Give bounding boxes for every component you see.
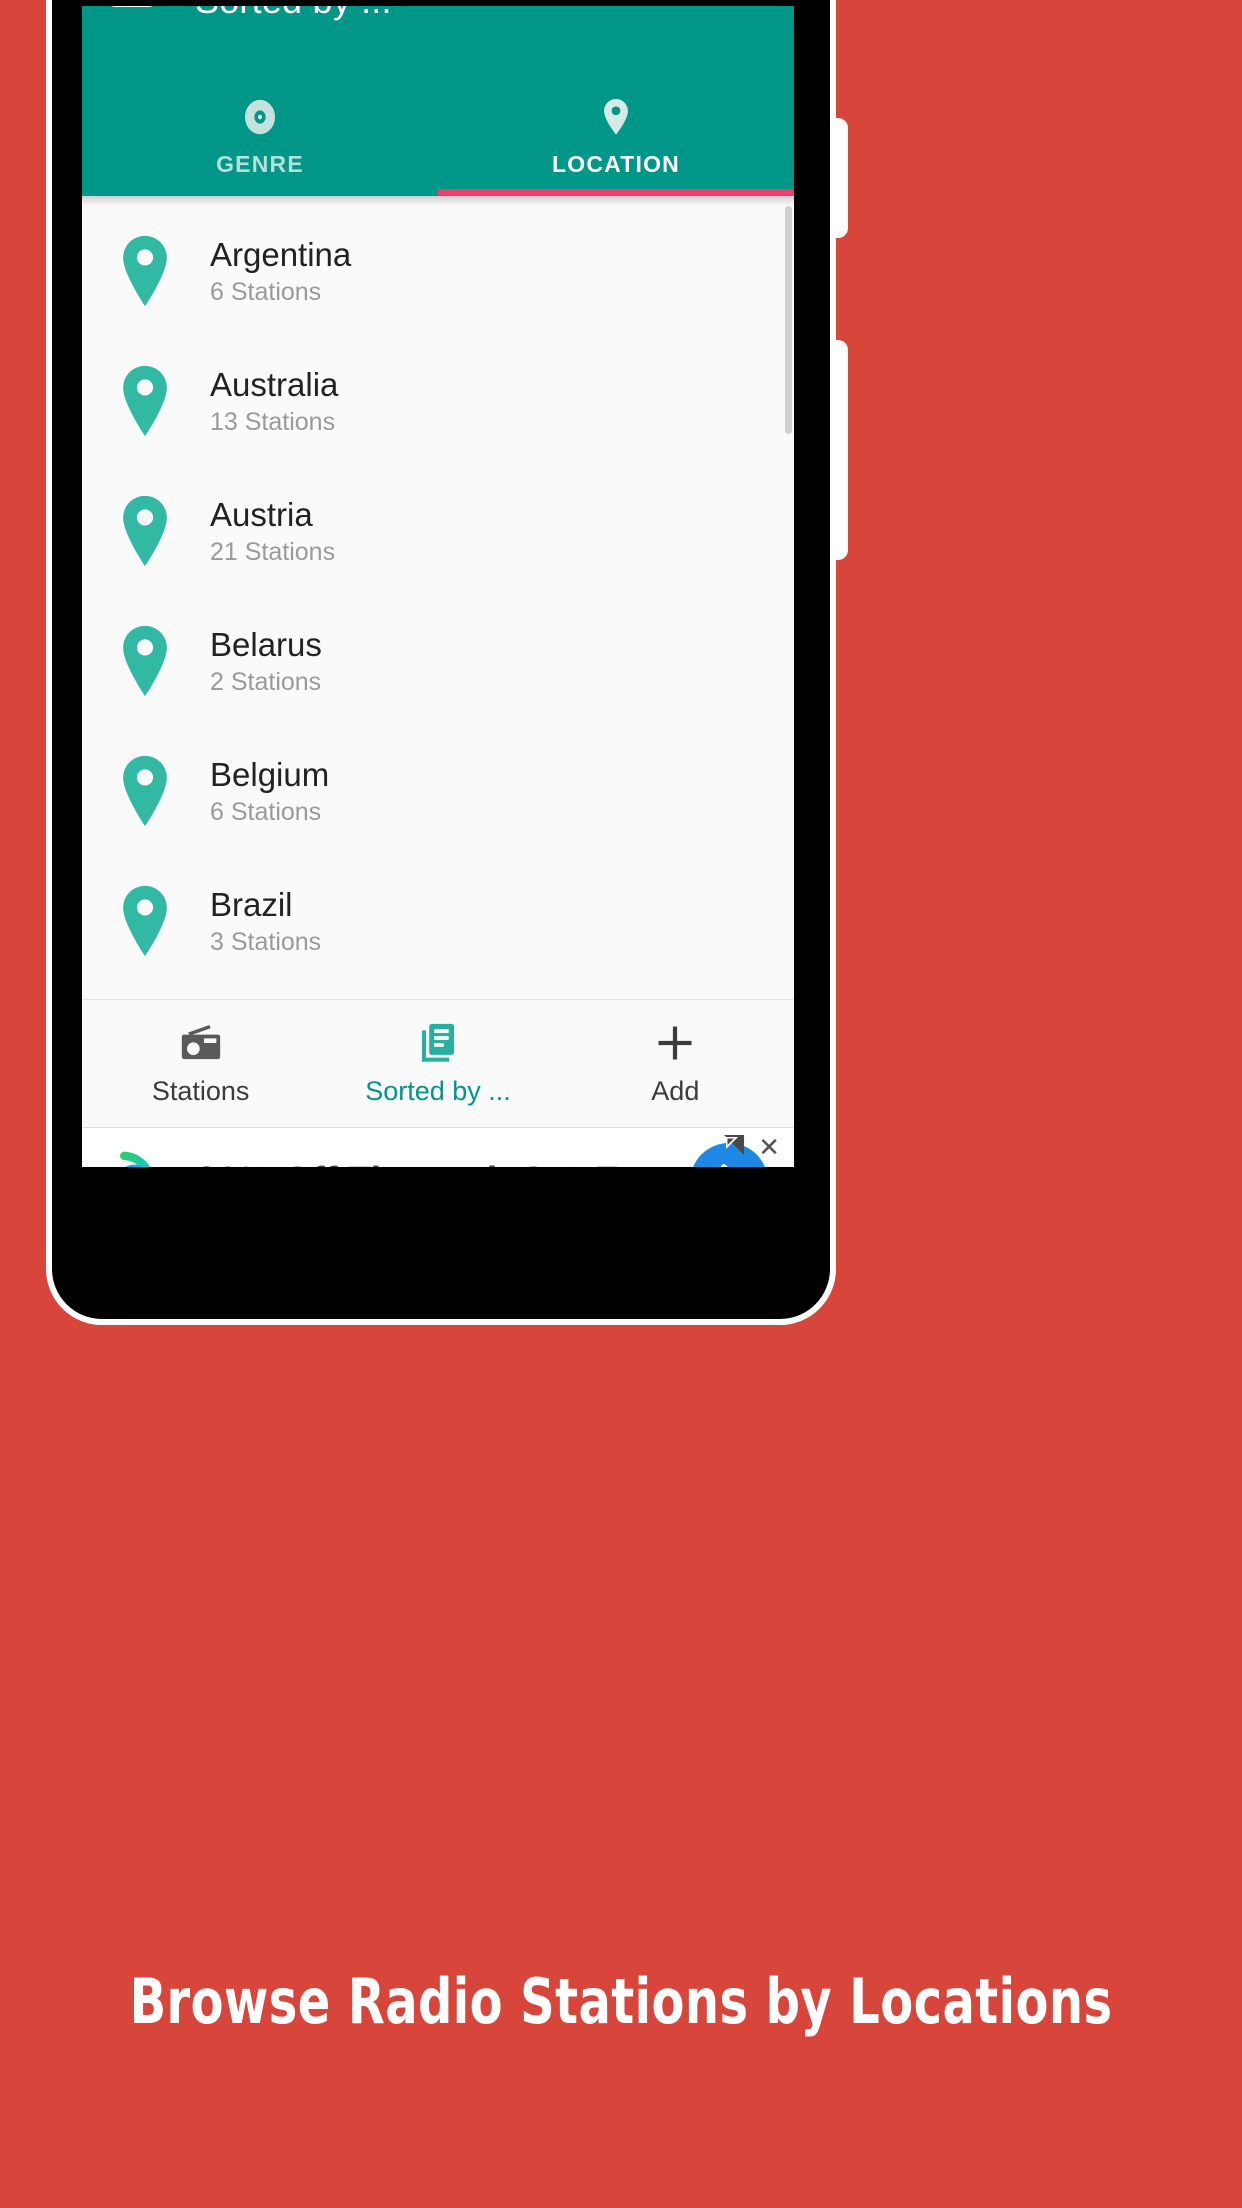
hamburger-icon[interactable]: [112, 6, 152, 7]
list-item-subtitle: 2 Stations: [210, 667, 322, 696]
nav-item-add[interactable]: Add: [557, 1000, 794, 1127]
page-title: Sorted by ...: [195, 6, 392, 22]
plus-icon: [652, 1020, 698, 1066]
list-item[interactable]: Belgium 6 Stations: [82, 726, 794, 856]
list-item[interactable]: Argentina 6 Stations: [82, 206, 794, 336]
tab-bar: GENRE LOCATION: [82, 76, 794, 196]
ad-headline: 20% Off Ticwatch S & E: [196, 1160, 690, 1167]
list-item-subtitle: 3 Stations: [210, 927, 322, 956]
disc-icon: [238, 95, 282, 139]
list-item-subtitle: 21 Stations: [210, 537, 336, 566]
phone-frame: Sorted by ... GENRE: [46, 0, 836, 1325]
list-item[interactable]: Austria 21 Stations: [82, 466, 794, 596]
nav-item-sorted-by-label: Sorted by ...: [365, 1076, 511, 1106]
list-item-title: Australia: [210, 365, 339, 403]
bottom-navigation: Stations Sorted by ... Add: [82, 999, 794, 1127]
adchoices-icon[interactable]: [724, 1134, 750, 1160]
ticwatch-logo-icon: [98, 1145, 182, 1167]
map-pin-icon: [594, 95, 638, 139]
list-item-subtitle: 6 Stations: [210, 797, 322, 826]
nav-item-sorted-by[interactable]: Sorted by ...: [319, 1000, 556, 1127]
map-pin-icon: [116, 883, 188, 959]
list-item[interactable]: Australia 13 Stations: [82, 336, 794, 466]
tab-genre[interactable]: GENRE: [82, 76, 438, 196]
list-item[interactable]: Belarus 2 Stations: [82, 596, 794, 726]
list-scrollbar-thumb[interactable]: [785, 206, 792, 434]
list-item[interactable]: Brazil 3 Stations: [82, 856, 794, 986]
tab-bar-shadow: [82, 196, 794, 206]
nav-item-stations-label: Stations: [151, 1076, 250, 1106]
map-pin-icon: [116, 363, 188, 439]
nav-item-stations[interactable]: Stations: [82, 1000, 319, 1127]
screenshot-root: Sorted by ... GENRE: [0, 0, 1242, 2208]
tab-location-label: LOCATION: [552, 150, 680, 177]
nav-item-add-label: Add: [651, 1076, 700, 1106]
map-pin-icon: [116, 623, 188, 699]
tab-active-indicator: [438, 189, 794, 196]
location-list[interactable]: Argentina 6 Stations Australia 13 Statio…: [82, 206, 794, 999]
ad-controls[interactable]: ✕: [724, 1134, 780, 1160]
map-pin-icon: [116, 233, 188, 309]
promo-caption: Browse Radio Stations by Locations: [129, 1965, 1113, 2038]
list-item-title: Belarus: [210, 625, 322, 663]
map-pin-icon: [116, 493, 188, 569]
list-doc-icon: [415, 1020, 461, 1066]
list-item-subtitle: 6 Stations: [210, 277, 322, 306]
list-item-title: Argentina: [210, 235, 352, 273]
list-item-title: Brazil: [210, 885, 293, 923]
tab-location[interactable]: LOCATION: [438, 76, 794, 196]
list-item-title: Belgium: [210, 755, 330, 793]
list-item-title: Austria: [210, 495, 313, 533]
list-item-subtitle: 13 Stations: [210, 407, 336, 436]
phone-screen: Sorted by ... GENRE: [82, 6, 794, 1167]
ad-banner[interactable]: 20% Off Ticwatch S & E: [82, 1127, 794, 1167]
radio-icon: [178, 1020, 224, 1066]
app-bar: Sorted by ...: [82, 6, 794, 76]
tab-genre-label: GENRE: [216, 150, 304, 177]
map-pin-icon: [116, 753, 188, 829]
close-icon[interactable]: ✕: [758, 1134, 780, 1160]
